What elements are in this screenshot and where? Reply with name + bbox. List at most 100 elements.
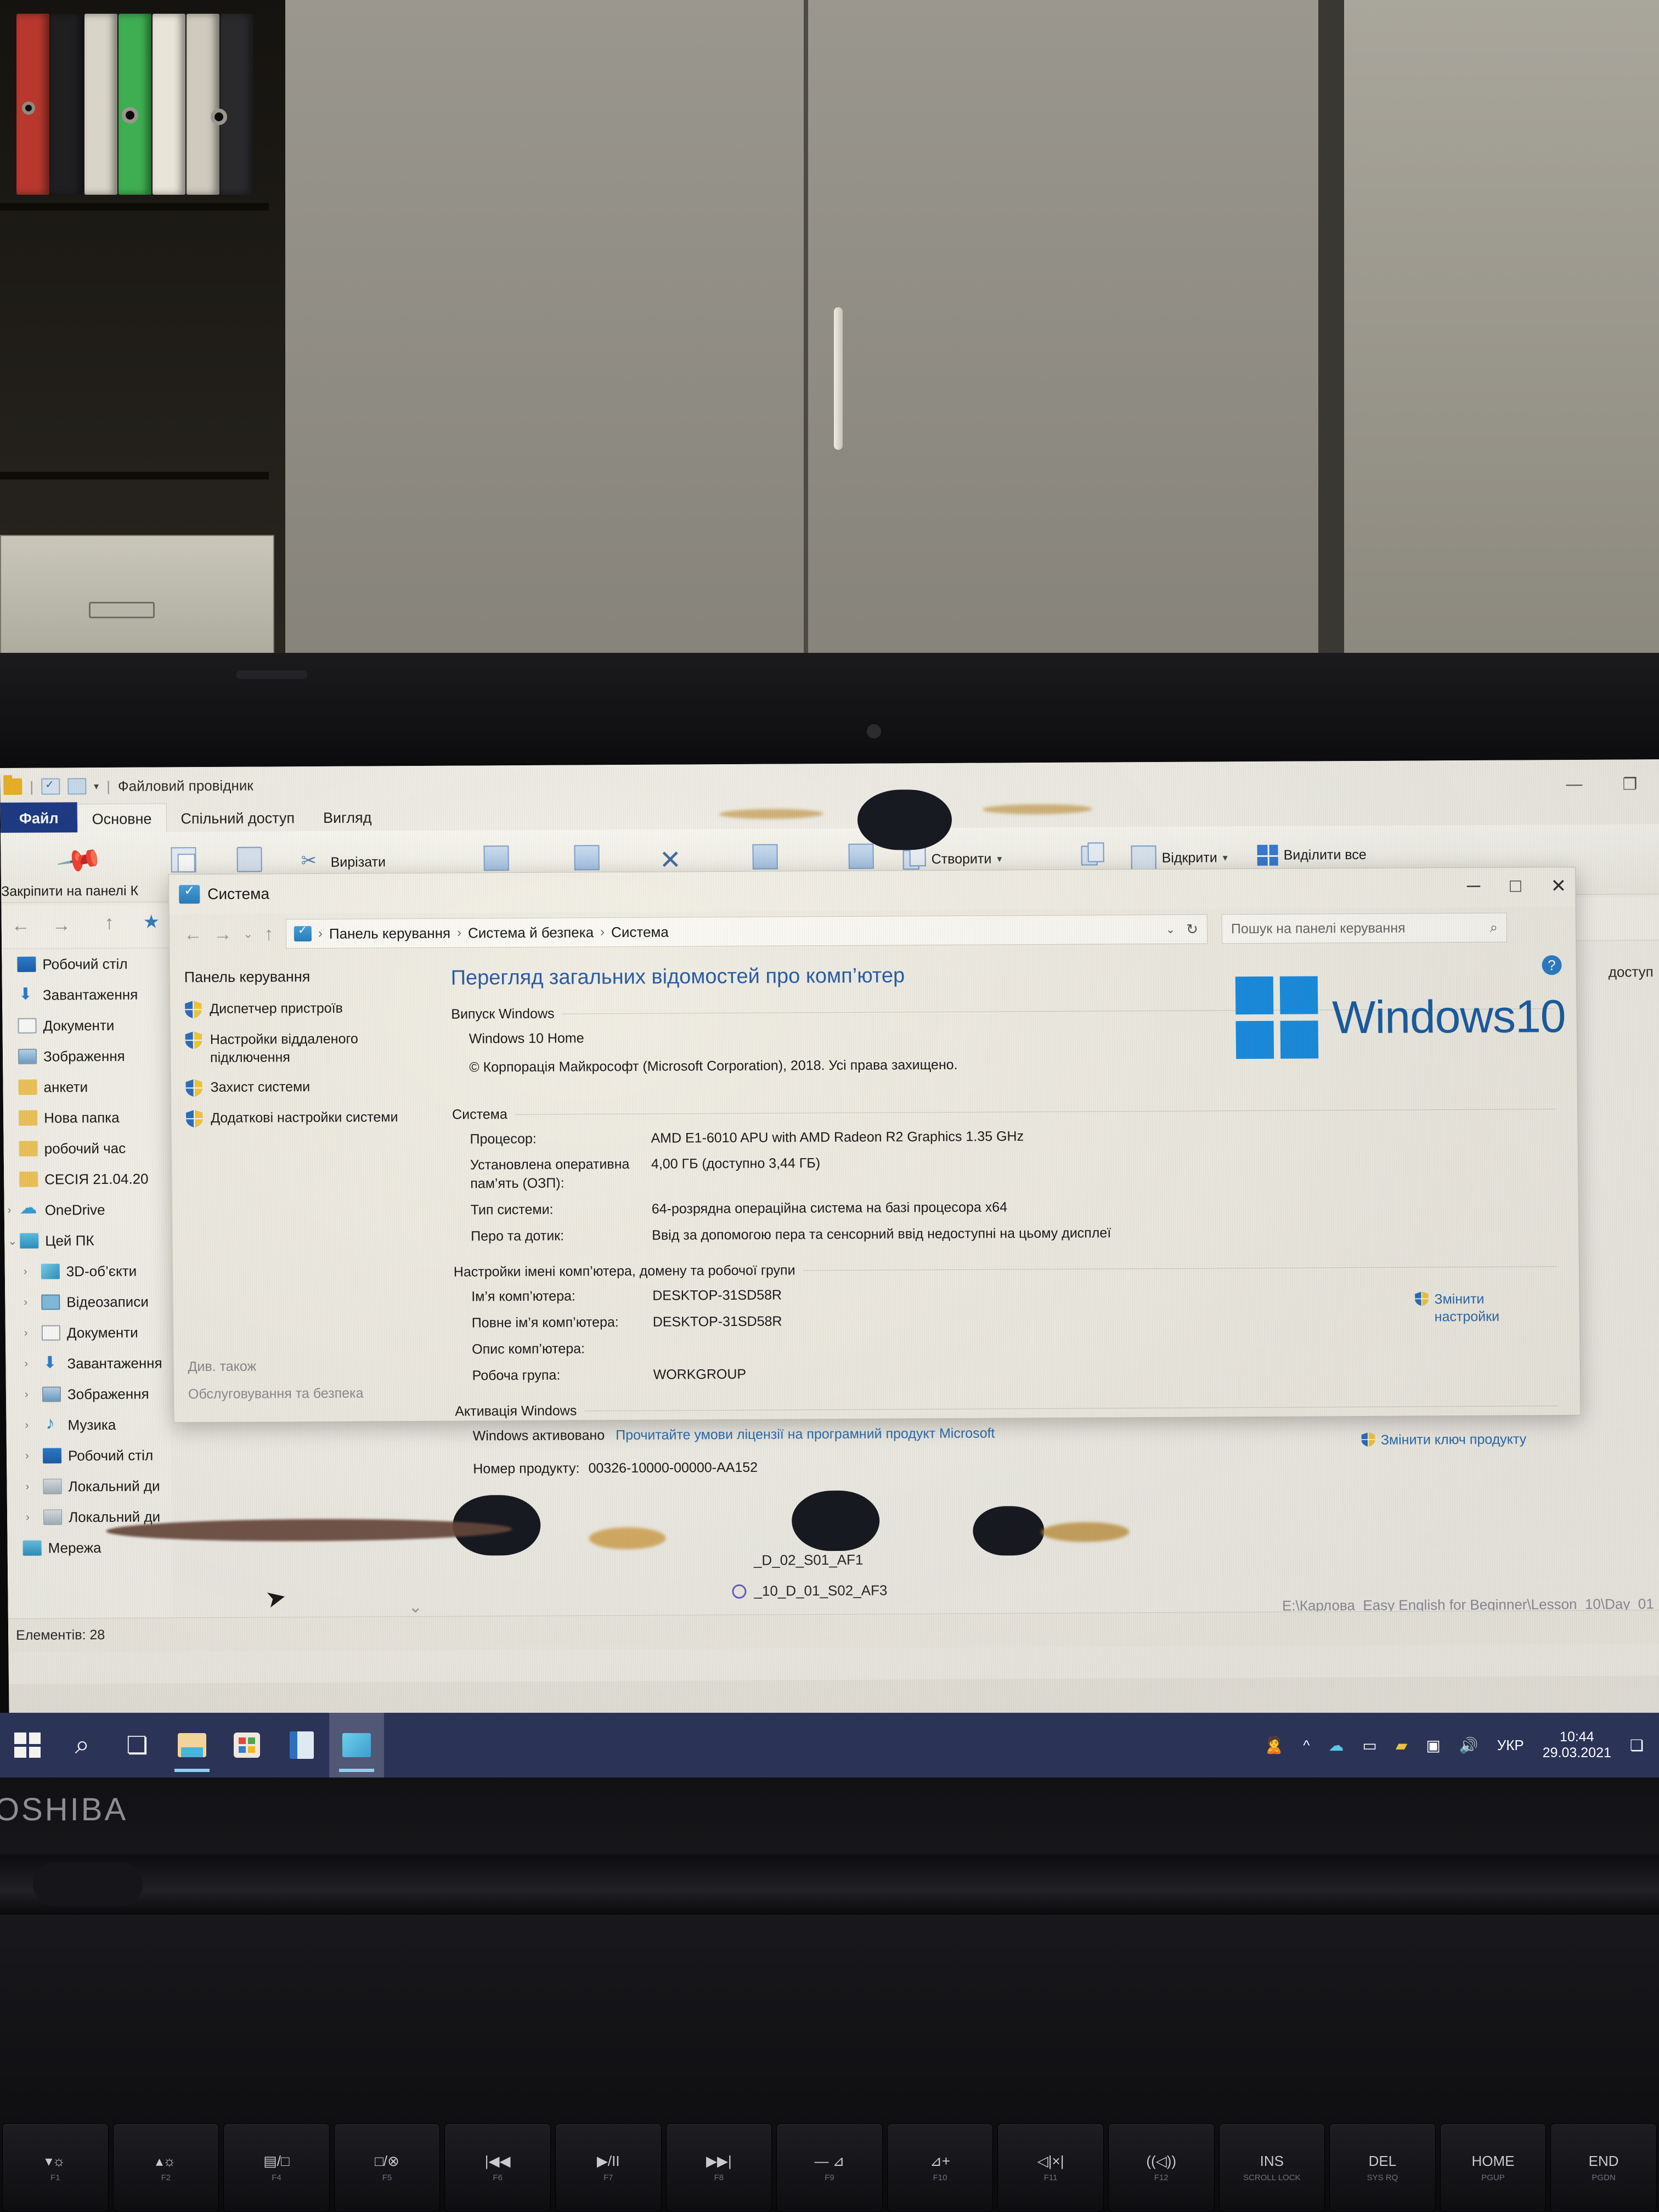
pin-star-icon[interactable]: ★ xyxy=(143,911,160,933)
sidebar-item-desktop[interactable]: Робочий стіл xyxy=(2,948,167,980)
forward-button[interactable]: → xyxy=(213,923,232,945)
breadcrumb-system[interactable]: Система xyxy=(611,923,669,941)
search-icon[interactable]: ⌕ xyxy=(1490,919,1498,935)
system-properties-window[interactable]: Система ─ □ ✕ ← → ⌄ ↑ › Панель керування… xyxy=(168,866,1581,1476)
cut-button[interactable]: Вирізати xyxy=(300,849,386,875)
show-desktop-button[interactable]: ❏ xyxy=(1630,1736,1644,1754)
chevron-right-icon[interactable]: › xyxy=(24,1265,27,1278)
sidebar-item-music[interactable]: › Музика xyxy=(6,1409,171,1441)
link-change-product-key[interactable]: Змінити ключ продукту xyxy=(1361,1431,1542,1449)
new-folder-icon[interactable] xyxy=(67,778,87,795)
explorer-restore-button[interactable]: ❐ xyxy=(1622,775,1637,794)
control-panel-links-pane[interactable]: Панель керування Диспетчер пристроїв Нас… xyxy=(170,953,448,1423)
explorer-minimize-button[interactable]: — xyxy=(1566,775,1582,794)
explorer-navigation-pane[interactable]: Робочий стіл Завантаження Документи Зобр… xyxy=(2,948,173,1618)
wifi-warning-icon[interactable]: ▰ xyxy=(1396,1736,1408,1754)
up-button[interactable]: ↑ xyxy=(105,912,114,934)
chevron-right-icon[interactable]: › xyxy=(25,1388,29,1401)
sidebar-item-pictures[interactable]: Зображення xyxy=(3,1040,168,1072)
sidebar-item-pictures-pc[interactable]: › Зображення xyxy=(6,1378,171,1410)
paste-button[interactable] xyxy=(236,847,262,872)
copy-to-button[interactable] xyxy=(574,845,600,871)
chevron-right-icon[interactable]: › xyxy=(24,1327,28,1339)
sidebar-item-anketi[interactable]: анкети xyxy=(3,1071,168,1103)
key-delete[interactable]: DEL SYS RQ xyxy=(1329,2123,1436,2212)
control-panel-home-link[interactable]: Панель керування xyxy=(184,968,444,986)
back-button[interactable]: ← xyxy=(184,924,202,945)
chevron-right-icon[interactable]: › xyxy=(8,1204,12,1216)
edit-button[interactable] xyxy=(1079,842,1104,867)
key-insert[interactable]: INS SCROLL LOCK xyxy=(1218,2123,1325,2212)
rename-button[interactable] xyxy=(752,844,778,870)
sidebar-item-onedrive[interactable]: › OneDrive xyxy=(4,1194,169,1226)
key-home[interactable]: HOME PGUP xyxy=(1440,2123,1547,2212)
up-button[interactable]: ↑ xyxy=(264,923,273,945)
chevron-right-icon[interactable]: › xyxy=(25,1449,29,1462)
refresh-icon[interactable]: ↻ xyxy=(1186,921,1198,938)
chevron-right-icon[interactable]: › xyxy=(24,1357,28,1370)
tab-file[interactable]: Файл xyxy=(0,802,77,834)
window-controls[interactable]: ─ □ ✕ xyxy=(1467,875,1567,898)
excel-button[interactable] xyxy=(274,1713,329,1778)
chevron-right-icon[interactable]: › xyxy=(26,1511,30,1523)
history-dropdown-icon[interactable]: ⌄ xyxy=(243,927,253,941)
chevron-down-icon[interactable]: ▾ xyxy=(997,853,1002,865)
tab-share[interactable]: Спільний доступ xyxy=(166,803,309,833)
new-folder-button[interactable]: Створити ▾ xyxy=(900,846,1002,872)
battery-icon[interactable]: ▭ xyxy=(1362,1736,1376,1754)
copy-button[interactable] xyxy=(171,847,196,873)
maximize-button[interactable]: □ xyxy=(1510,875,1521,897)
list-item[interactable]: _D_02_S01_AF1 xyxy=(754,1551,864,1569)
sidebar-item-videos[interactable]: › Відеозаписи xyxy=(5,1286,170,1318)
chevron-right-icon[interactable]: › xyxy=(25,1480,29,1493)
link-advanced-system-settings[interactable]: Додаткові настройки системи xyxy=(185,1108,445,1128)
chevron-down-icon[interactable]: ⌄ xyxy=(8,1234,17,1248)
properties-group-button[interactable] xyxy=(848,843,874,869)
key-f9[interactable]: — ⊿ F9 xyxy=(776,2123,883,2212)
scroll-down-arrow-icon[interactable]: ⌄ xyxy=(409,1598,422,1617)
search-button[interactable]: ⌕ xyxy=(55,1713,110,1778)
sidebar-item-local-disk-c[interactable]: › Локальний ди xyxy=(7,1470,172,1502)
function-key-row[interactable]: ▾☼ F1 ▴☼ F2 ▤/□ F4 □/⊗ F5 |◀◀ F6 ▶/II F7 ▶▶| F8… xyxy=(0,2123,1659,2212)
sidebar-item-new-folder[interactable]: Нова папка xyxy=(3,1102,168,1133)
sidebar-item-documents-pc[interactable]: › Документи xyxy=(5,1317,171,1348)
chevron-down-icon[interactable]: ⌄ xyxy=(1166,922,1175,936)
close-button[interactable]: ✕ xyxy=(1551,875,1567,897)
system-window-nav[interactable]: ← → ⌄ ↑ › Панель керування › Система й б… xyxy=(170,907,1577,955)
chevron-down-icon[interactable]: ▾ xyxy=(94,781,99,792)
link-license-terms[interactable]: Прочитайте умови ліцензії на програмний … xyxy=(616,1425,995,1445)
link-change-settings[interactable]: Змінити настройки xyxy=(1414,1291,1541,1326)
pin-icon[interactable]: 📌 xyxy=(55,836,105,885)
search-input[interactable]: Пошук на панелі керування ⌕ xyxy=(1221,912,1508,944)
key-f7[interactable]: ▶/II F7 xyxy=(555,2123,662,2212)
key-f10[interactable]: ⊿+ F10 xyxy=(887,2123,994,2212)
quick-access-toolbar[interactable]: | ▾ | Файловий провідник xyxy=(0,769,253,803)
chevron-up-icon[interactable]: ^ xyxy=(1303,1737,1310,1754)
chevron-right-icon[interactable]: › xyxy=(24,1296,27,1308)
sidebar-item-downloads[interactable]: Завантаження xyxy=(2,979,167,1011)
key-f6[interactable]: |◀◀ F6 xyxy=(444,2123,551,2212)
properties-icon[interactable] xyxy=(41,778,60,795)
sidebar-item-this-pc[interactable]: ⌄ Цей ПК xyxy=(4,1224,170,1256)
key-f1[interactable]: ▾☼ F1 xyxy=(2,2123,109,2212)
key-f11[interactable]: ◁|×| F11 xyxy=(997,2123,1104,2212)
back-button[interactable]: ← xyxy=(12,915,30,936)
onedrive-icon[interactable]: ☁ xyxy=(1328,1736,1344,1754)
key-end[interactable]: END PGDN xyxy=(1550,2123,1657,2212)
tab-home[interactable]: Основне xyxy=(77,803,167,834)
link-security-and-maintenance[interactable]: Обслуговування та безпека xyxy=(188,1386,364,1403)
task-view-button[interactable]: ❏ xyxy=(110,1713,165,1778)
key-f12[interactable]: ((◁)) F12 xyxy=(1108,2123,1215,2212)
key-f2[interactable]: ▴☼ F2 xyxy=(112,2123,219,2212)
tab-view[interactable]: Вигляд xyxy=(309,803,386,832)
sidebar-item-session[interactable]: СЕСІЯ 21.04.20 xyxy=(4,1163,169,1195)
sidebar-item-desktop-pc[interactable]: › Робочий стіл xyxy=(7,1440,172,1471)
start-button[interactable] xyxy=(0,1713,55,1778)
volume-icon[interactable]: 🔊 xyxy=(1459,1736,1479,1754)
help-icon[interactable]: ? xyxy=(1542,955,1562,975)
microsoft-store-button[interactable] xyxy=(219,1713,274,1778)
open-button[interactable]: Відкрити ▾ xyxy=(1131,845,1228,871)
key-f4[interactable]: ▤/□ F4 xyxy=(223,2123,330,2212)
people-icon[interactable]: 🙎 xyxy=(1264,1736,1284,1755)
forward-button[interactable]: → xyxy=(52,915,71,936)
